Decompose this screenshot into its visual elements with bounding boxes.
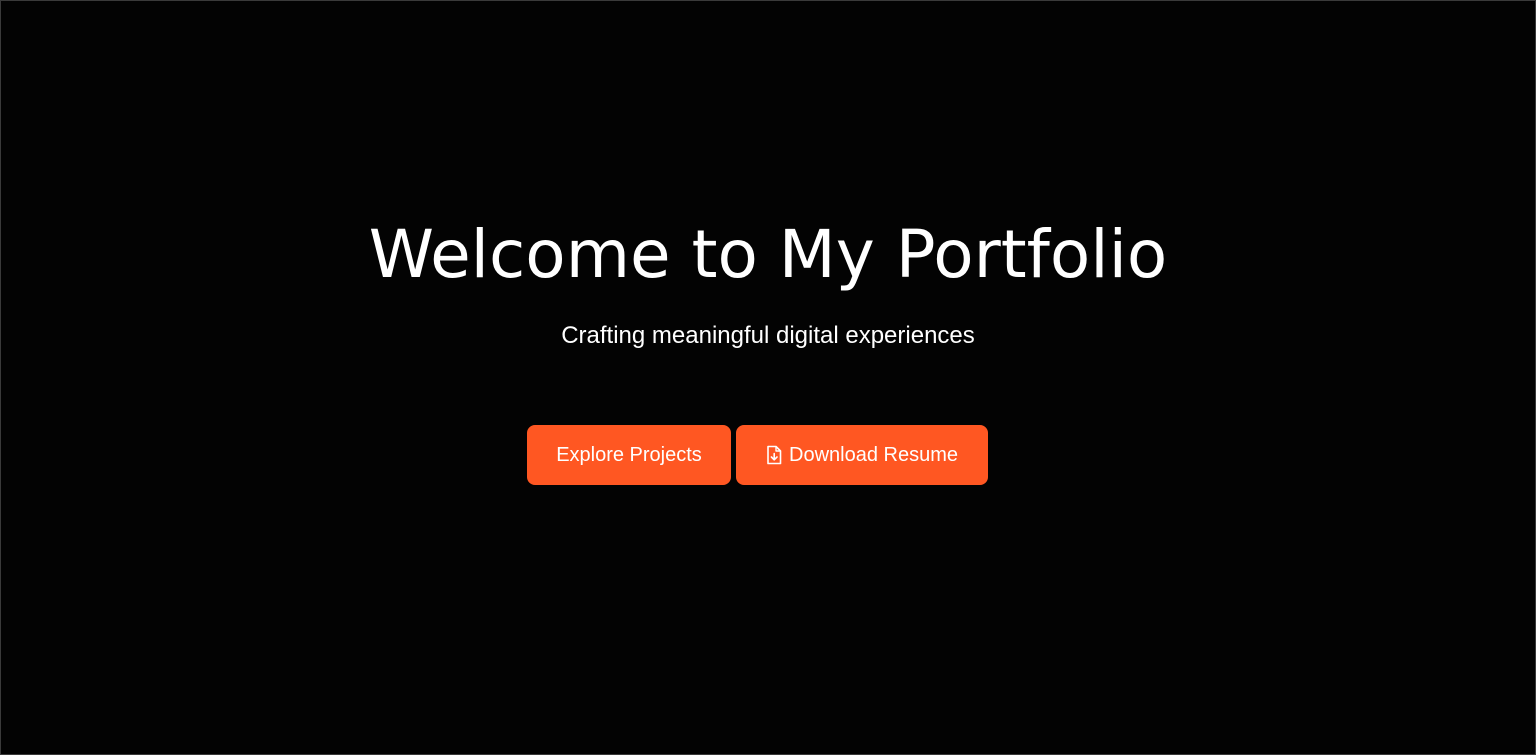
cta-buttons: Explore Projects Download Resume [527,425,988,485]
explore-projects-button[interactable]: Explore Projects [527,425,731,485]
page-frame: Welcome to My Portfolio Crafting meaning… [0,0,1536,755]
download-resume-button[interactable]: Download Resume [736,425,988,485]
explore-projects-label: Explore Projects [556,443,702,466]
file-download-icon [766,445,782,465]
hero-subtitle: Crafting meaningful digital experiences [561,322,975,349]
download-resume-label: Download Resume [789,443,958,466]
hero-title: Welcome to My Portfolio [368,216,1168,293]
